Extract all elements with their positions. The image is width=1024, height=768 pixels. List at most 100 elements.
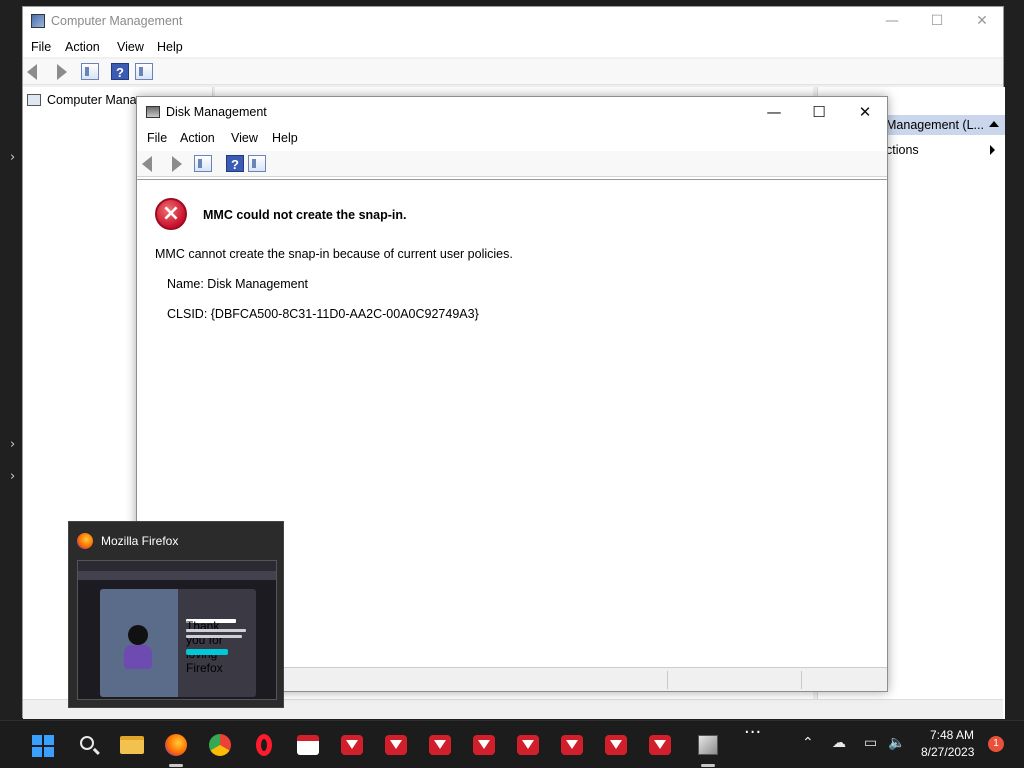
vivaldi-icon (341, 735, 363, 755)
menu-action[interactable]: Action (65, 40, 100, 54)
title-bar[interactable]: Disk Management — ☐ ✕ (137, 97, 887, 127)
network-icon[interactable]: ▭ (864, 735, 877, 751)
vivaldi-button[interactable] (380, 729, 412, 761)
error-message: MMC cannot create the snap-in because of… (155, 247, 513, 261)
desktop-left-strip: › › › (0, 0, 22, 720)
clock-time[interactable]: 7:48 AM (930, 728, 974, 742)
chevron-right-icon: › (10, 469, 16, 484)
forward-arrow-icon[interactable] (49, 63, 67, 80)
tree-node-root[interactable]: Computer Mana (27, 93, 137, 107)
toolbar: ? (137, 151, 887, 177)
title-bar[interactable]: Computer Management — ☐ ✕ (23, 7, 1003, 37)
mmc-icon (698, 735, 718, 755)
vivaldi-icon (561, 735, 583, 755)
submenu-arrow-icon (990, 145, 995, 155)
notification-badge[interactable]: 1 (988, 736, 1004, 752)
folder-icon (120, 736, 144, 754)
overflow-button[interactable]: ··· (744, 722, 761, 743)
vivaldi-button[interactable] (512, 729, 544, 761)
clock-date[interactable]: 8/27/2023 (921, 745, 974, 759)
show-hide-action-pane-icon[interactable] (135, 63, 153, 80)
forward-arrow-icon[interactable] (164, 155, 182, 172)
vivaldi-button[interactable] (556, 729, 588, 761)
vivaldi-icon (649, 735, 671, 755)
vivaldi-icon (473, 735, 495, 755)
menu-view[interactable]: View (117, 40, 144, 54)
search-button[interactable] (72, 729, 104, 761)
thumbnail-welcome-card: Thank you for loving Firefox (100, 589, 256, 697)
chrome-button[interactable] (204, 729, 236, 761)
computer-management-button[interactable] (692, 729, 724, 767)
minimize-button[interactable]: — (760, 101, 788, 123)
start-button[interactable] (32, 735, 54, 757)
menu-bar: File Action View Help (23, 37, 1003, 57)
vivaldi-icon (429, 735, 451, 755)
firefox-icon (77, 533, 93, 549)
menu-file[interactable]: File (147, 131, 167, 145)
window-title: Disk Management (166, 105, 267, 119)
preview-thumbnail[interactable]: Thank you for loving Firefox (77, 560, 277, 700)
menu-view[interactable]: View (231, 131, 258, 145)
volume-icon[interactable]: 🔈 (888, 735, 905, 751)
vivaldi-button[interactable] (424, 729, 456, 761)
thumbnail-url-bar (78, 571, 276, 580)
snapin-name: Name: Disk Management (167, 277, 309, 291)
anydesk-icon (297, 735, 319, 755)
show-hide-tree-icon[interactable] (81, 63, 99, 80)
anydesk-button[interactable] (292, 729, 324, 761)
vivaldi-icon (517, 735, 539, 755)
window-title: Computer Management (51, 14, 183, 28)
computer-management-icon (31, 14, 45, 28)
vivaldi-button[interactable] (336, 729, 368, 761)
thumbnail-heading: Thank you for loving Firefox (186, 619, 236, 675)
menu-bar: File Action View Help (137, 127, 887, 149)
show-hide-tree-icon[interactable] (194, 155, 212, 172)
thumbnail-tab-strip (78, 561, 276, 571)
help-icon[interactable]: ? (111, 63, 129, 80)
firefox-preview[interactable]: Mozilla Firefox Thank you for loving Fir… (68, 521, 284, 708)
cloud-icon[interactable]: ☁ (832, 735, 846, 751)
menu-help[interactable]: Help (157, 40, 183, 54)
vivaldi-button[interactable] (644, 729, 676, 761)
more-actions-item[interactable]: ctions (886, 143, 919, 157)
status-separator (667, 671, 668, 689)
chrome-icon (209, 734, 231, 756)
opera-button[interactable] (248, 729, 280, 761)
preview-title: Mozilla Firefox (101, 534, 179, 548)
thumbnail-button (186, 649, 228, 655)
disk-management-icon (146, 106, 160, 118)
close-button[interactable]: ✕ (969, 11, 995, 31)
collapse-up-icon[interactable] (989, 121, 999, 127)
maximize-button[interactable]: ☐ (924, 11, 950, 31)
vivaldi-button[interactable] (468, 729, 500, 761)
menu-file[interactable]: File (31, 40, 51, 54)
computer-icon (27, 94, 41, 106)
show-hide-action-pane-icon[interactable] (248, 155, 266, 172)
chevron-right-icon: › (10, 150, 16, 165)
back-arrow-icon[interactable] (142, 155, 160, 172)
maximize-button[interactable]: ☐ (805, 101, 833, 123)
search-icon (80, 736, 94, 750)
help-icon[interactable]: ? (226, 155, 244, 172)
status-separator (801, 671, 802, 689)
firefox-button[interactable] (160, 729, 192, 767)
close-button[interactable]: ✕ (851, 101, 879, 123)
vivaldi-icon (605, 735, 627, 755)
vivaldi-icon (385, 735, 407, 755)
chevron-right-icon: › (10, 437, 16, 452)
minimize-button[interactable]: — (879, 11, 905, 31)
error-icon: × (155, 198, 187, 230)
file-explorer-button[interactable] (116, 729, 148, 761)
desktop-right-strip (1004, 0, 1024, 720)
toolbar: ? (23, 59, 1003, 85)
firefox-icon (165, 734, 187, 756)
thumbnail-illustration (100, 589, 178, 697)
snapin-clsid: CLSID: {DBFCA500-8C31-11D0-AA2C-00A0C927… (167, 307, 479, 321)
menu-action[interactable]: Action (180, 131, 215, 145)
opera-icon (256, 734, 272, 756)
menu-help[interactable]: Help (272, 131, 298, 145)
error-title: MMC could not create the snap-in. (203, 208, 407, 222)
vivaldi-button[interactable] (600, 729, 632, 761)
chevron-up-icon[interactable]: ⌃ (802, 735, 814, 751)
back-arrow-icon[interactable] (27, 63, 45, 80)
